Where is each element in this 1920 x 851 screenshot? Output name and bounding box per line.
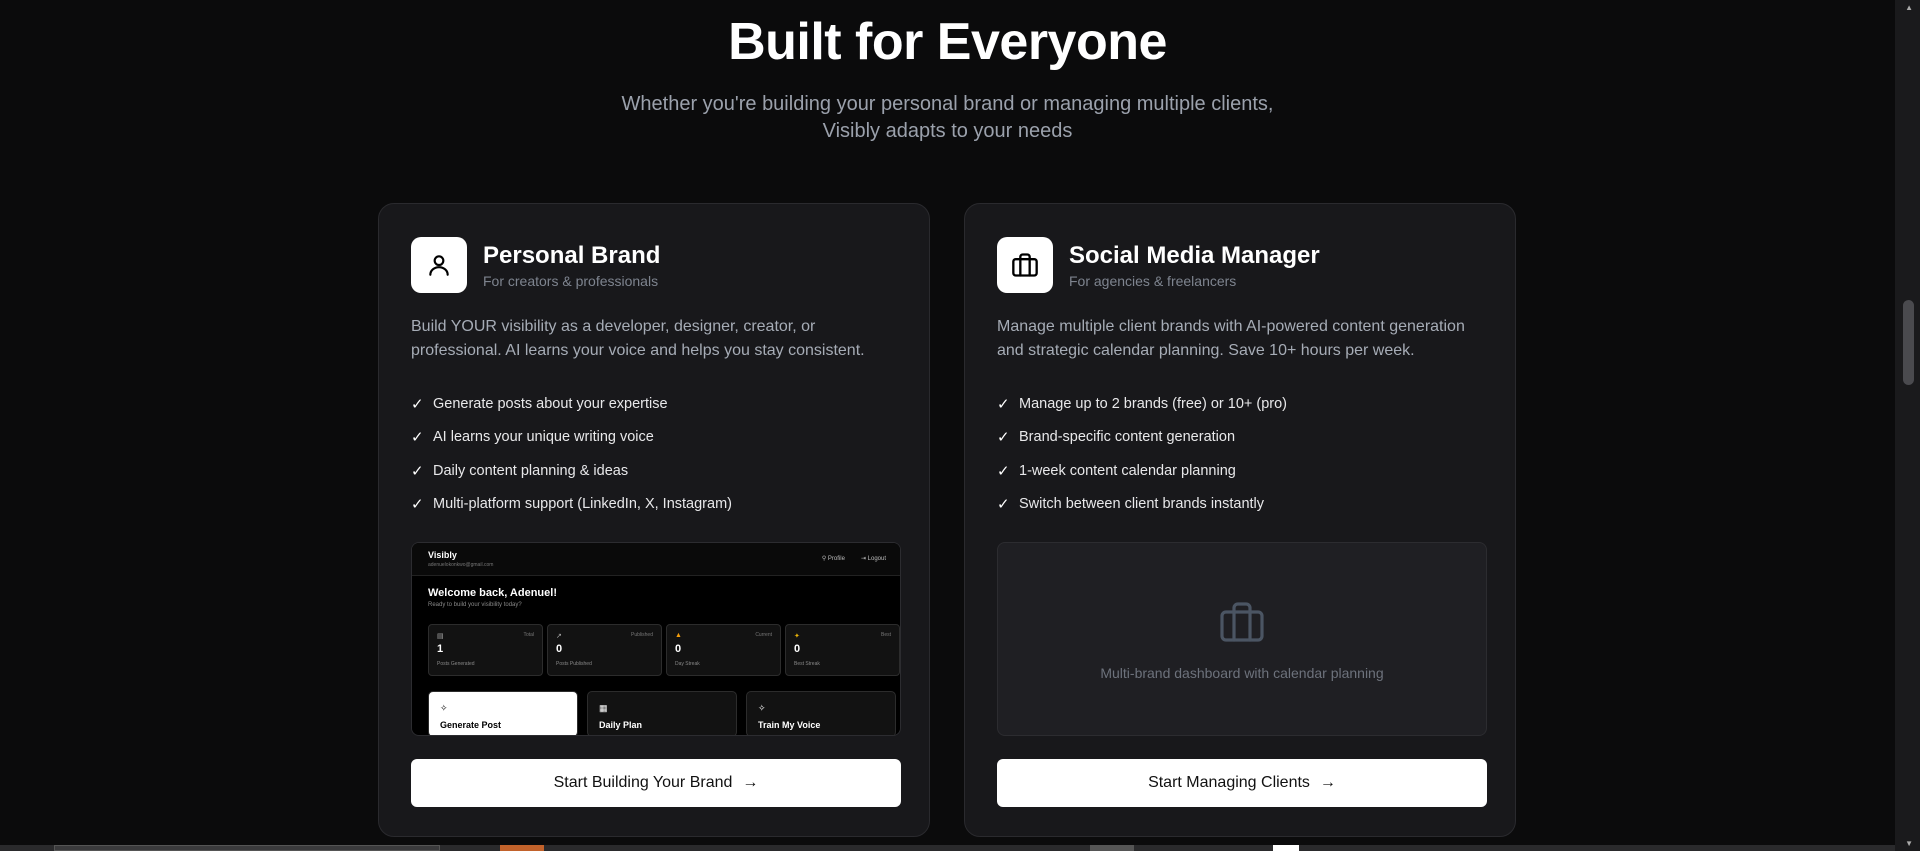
card-description: Build YOUR visibility as a developer, de…: [411, 318, 865, 359]
feature-text: Manage up to 2 brands (free) or 10+ (pro…: [1019, 395, 1287, 412]
stat-value: 0: [794, 643, 801, 655]
feature-text: Switch between client brands instantly: [1019, 496, 1265, 513]
preview-welcome: Welcome back, Adenuel!: [428, 587, 557, 599]
stat-tag: Published: [631, 632, 653, 638]
stat-card: ↗ Published 0 Posts Published: [547, 624, 662, 676]
scroll-down-arrow-icon[interactable]: ▼: [1905, 839, 1913, 848]
stat-tag: Current: [755, 632, 772, 638]
check-icon: ✓: [411, 462, 424, 480]
hero-section: Built for Everyone Whether you're buildi…: [0, 0, 1895, 145]
sparkle-icon: ✧: [440, 703, 448, 713]
card-title: Personal Brand: [483, 241, 661, 269]
briefcase-icon: [1218, 598, 1266, 651]
feature-item: ✓ Multi-platform support (LinkedIn, X, In…: [411, 488, 732, 522]
dashboard-preview: Visibly adenuelokonkwo@gmail.com ⚲ Profi…: [411, 542, 901, 736]
stat-tag: Best: [880, 632, 891, 638]
card-title: Social Media Manager: [1069, 241, 1320, 269]
start-building-brand-button[interactable]: Start Building Your Brand →: [411, 759, 901, 807]
check-icon: ✓: [997, 429, 1010, 447]
stat-label: Posts Generated: [437, 661, 475, 667]
feature-item: ✓ Manage up to 2 brands (free) or 10+ (pr…: [997, 387, 1287, 421]
scrollbar-thumb[interactable]: [1903, 300, 1914, 385]
card-header: Social Media Manager For agencies & free…: [997, 237, 1320, 293]
feature-item: ✓ Brand-specific content generation: [997, 421, 1287, 455]
social-media-manager-card: Social Media Manager For agencies & free…: [964, 203, 1516, 837]
flame-icon: ▲: [675, 632, 682, 639]
stat-card: ▤ Total 1 Posts Generated: [428, 624, 543, 676]
check-icon: ✓: [411, 429, 424, 447]
check-icon: ✓: [411, 395, 424, 413]
button-label: Start Building Your Brand: [553, 774, 733, 791]
stat-tag: Total: [523, 632, 534, 638]
feature-item: ✓ AI learns your unique writing voice: [411, 421, 732, 455]
preview-stats: ▤ Total 1 Posts Generated ↗ Published 0 …: [428, 624, 900, 676]
strip-segment: [1273, 845, 1299, 851]
scroll-up-arrow-icon[interactable]: ▲: [1905, 3, 1913, 12]
file-icon: ▤: [437, 633, 444, 640]
check-icon: ✓: [997, 496, 1010, 514]
stat-card: ✦ Best 0 Best Streak: [785, 624, 900, 676]
feature-text: AI learns your unique writing voice: [433, 429, 654, 446]
user-icon: [411, 237, 467, 293]
arrow-right-icon: →: [742, 774, 759, 791]
sparkle-icon: ✧: [758, 703, 766, 713]
check-icon: ✓: [997, 395, 1010, 413]
subtitle-line-1: Whether you're building your personal br…: [621, 93, 1274, 115]
feature-list: ✓ Manage up to 2 brands (free) or 10+ (pr…: [997, 387, 1287, 521]
bottom-edge-strip: [0, 845, 1895, 851]
card-description: Manage multiple client brands with AI-po…: [997, 318, 1465, 359]
stat-label: Posts Published: [556, 661, 592, 667]
preview-brand: Visibly: [428, 550, 457, 560]
stat-card: ▲ Current 0 Day Streak: [666, 624, 781, 676]
preview-navbar: Visibly adenuelokonkwo@gmail.com ⚲ Profi…: [412, 543, 900, 576]
feature-item: ✓ Daily content planning & ideas: [411, 454, 732, 488]
preview-ready: Ready to build your visibility today?: [428, 602, 522, 608]
feature-text: Daily content planning & ideas: [433, 462, 629, 479]
stat-value: 1: [437, 643, 444, 655]
check-icon: ✓: [411, 496, 424, 514]
start-managing-clients-button[interactable]: Start Managing Clients →: [997, 759, 1487, 807]
placeholder-text: Multi-brand dashboard with calendar plan…: [1100, 664, 1384, 681]
preview-logout-link: ⇥ Logout: [860, 556, 886, 562]
multi-brand-placeholder: Multi-brand dashboard with calendar plan…: [997, 542, 1487, 736]
calendar-icon: ▦: [599, 703, 608, 713]
card-header: Personal Brand For creators & profession…: [411, 237, 660, 293]
feature-text: Generate posts about your expertise: [433, 395, 668, 412]
card-subtitle: For agencies & freelancers: [1069, 272, 1237, 289]
card-subtitle: For creators & professionals: [483, 272, 659, 289]
feature-item: ✓ Switch between client brands instantly: [997, 488, 1287, 522]
stat-value: 0: [675, 643, 682, 655]
preview-action-generate: ✧ Generate Post: [428, 691, 578, 735]
feature-text: Brand-specific content generation: [1019, 429, 1236, 446]
vertical-scrollbar[interactable]: ▲ ▼: [1895, 0, 1920, 851]
check-icon: ✓: [997, 462, 1010, 480]
briefcase-icon: [997, 237, 1053, 293]
preview-action-train-voice: ✧ Train My Voice: [746, 691, 896, 735]
stat-label: Day Streak: [675, 661, 700, 667]
preview-profile-link: ⚲ Profile: [821, 556, 845, 562]
feature-list: ✓ Generate posts about your expertise ✓ AI…: [411, 387, 732, 521]
subtitle-line-2: Visibly adapts to your needs: [822, 120, 1073, 142]
bolt-icon: ✦: [794, 633, 800, 640]
feature-text: Multi-platform support (LinkedIn, X, Ins…: [433, 496, 732, 513]
feature-text: 1-week content calendar planning: [1019, 462, 1236, 479]
section-title: Built for Everyone: [728, 13, 1167, 71]
feature-item: ✓ Generate posts about your expertise: [411, 387, 732, 421]
preview-actions: ✧ Generate Post ▦ Daily Plan ✧ Train My …: [428, 691, 896, 735]
arrow-right-icon: →: [1319, 774, 1336, 791]
strip-segment: [500, 845, 544, 851]
strip-segment: [1090, 845, 1134, 851]
personal-brand-card: Personal Brand For creators & profession…: [378, 203, 930, 837]
section-subtitle: Whether you're building your personal br…: [598, 91, 1298, 145]
trend-icon: ↗: [556, 633, 562, 640]
stat-value: 0: [556, 643, 563, 655]
button-label: Start Managing Clients: [1148, 774, 1310, 791]
preview-action-daily-plan: ▦ Daily Plan: [587, 691, 737, 735]
feature-item: ✓ 1-week content calendar planning: [997, 454, 1287, 488]
strip-segment: [54, 845, 440, 851]
stat-label: Best Streak: [794, 661, 820, 667]
preview-email: adenuelokonkwo@gmail.com: [428, 562, 494, 568]
